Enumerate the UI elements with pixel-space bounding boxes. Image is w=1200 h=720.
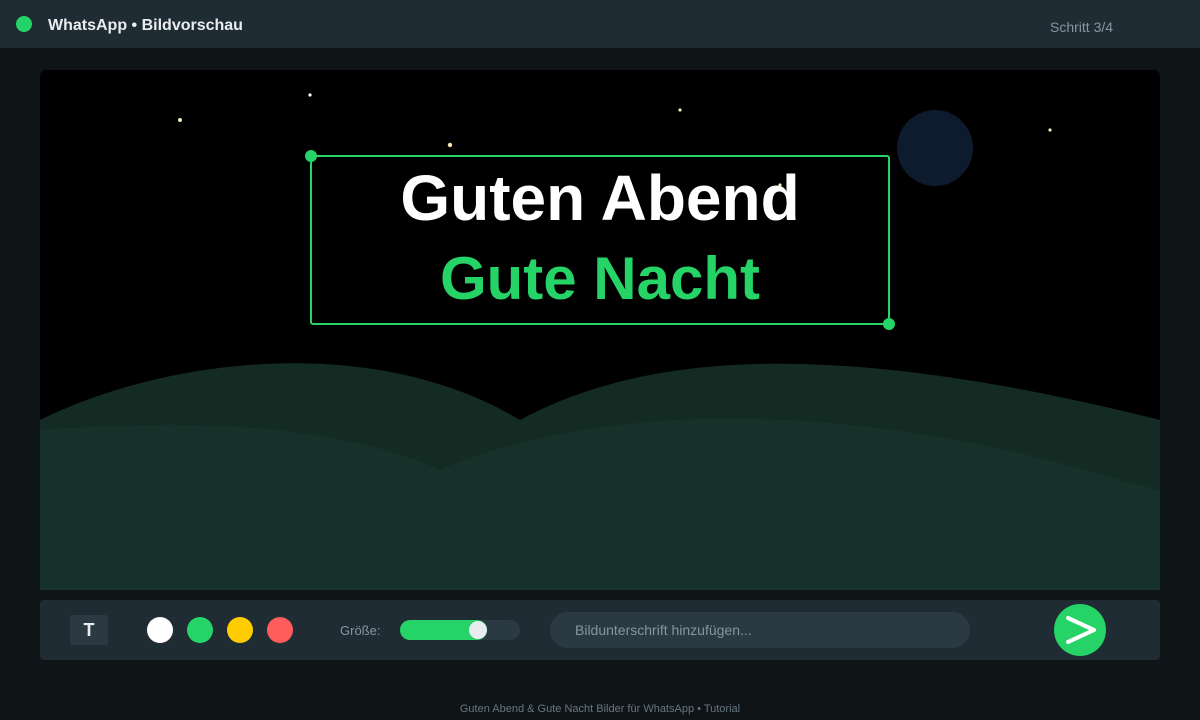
size-slider-thumb[interactable]	[469, 621, 487, 639]
image-preview-canvas[interactable]: Guten Abend Gute Nacht	[40, 70, 1160, 590]
app-title: WhatsApp • Bildvorschau	[48, 17, 243, 34]
send-button[interactable]	[1054, 604, 1106, 656]
status-dot-icon	[16, 16, 32, 32]
step-indicator: Schritt 3/4	[1050, 19, 1114, 35]
night-scene-image	[40, 93, 1160, 590]
size-slider[interactable]	[400, 620, 520, 640]
size-label: Größe:	[340, 623, 381, 638]
overlay-text-line-2[interactable]: Gute Nacht	[312, 245, 888, 313]
star-icon	[447, 142, 453, 148]
star-icon	[1048, 128, 1052, 132]
footer-caption: Guten Abend & Gute Nacht Bilder für What…	[459, 703, 741, 715]
color-swatch-green[interactable]	[187, 617, 213, 643]
color-swatch-white[interactable]	[147, 617, 173, 643]
moon-icon	[897, 110, 973, 186]
star-icon	[308, 93, 312, 97]
text-tool-button[interactable]: T	[70, 615, 108, 645]
send-arrow-icon	[1066, 616, 1096, 644]
editor-toolbar: T Größe:	[40, 600, 1160, 660]
color-swatch-yellow[interactable]	[227, 617, 253, 643]
overlay-text-line-1[interactable]: Guten Abend	[312, 162, 888, 234]
color-swatch-red[interactable]	[267, 617, 293, 643]
caption-input[interactable]	[550, 612, 970, 648]
star-icon	[678, 108, 682, 112]
resize-handle-top-left[interactable]	[305, 150, 317, 162]
star-icon	[178, 118, 182, 122]
app-header: WhatsApp • Bildvorschau Schritt 3/4	[0, 0, 1200, 48]
resize-handle-bottom-right[interactable]	[883, 318, 895, 330]
text-overlay-box[interactable]: Guten Abend Gute Nacht	[305, 150, 895, 330]
